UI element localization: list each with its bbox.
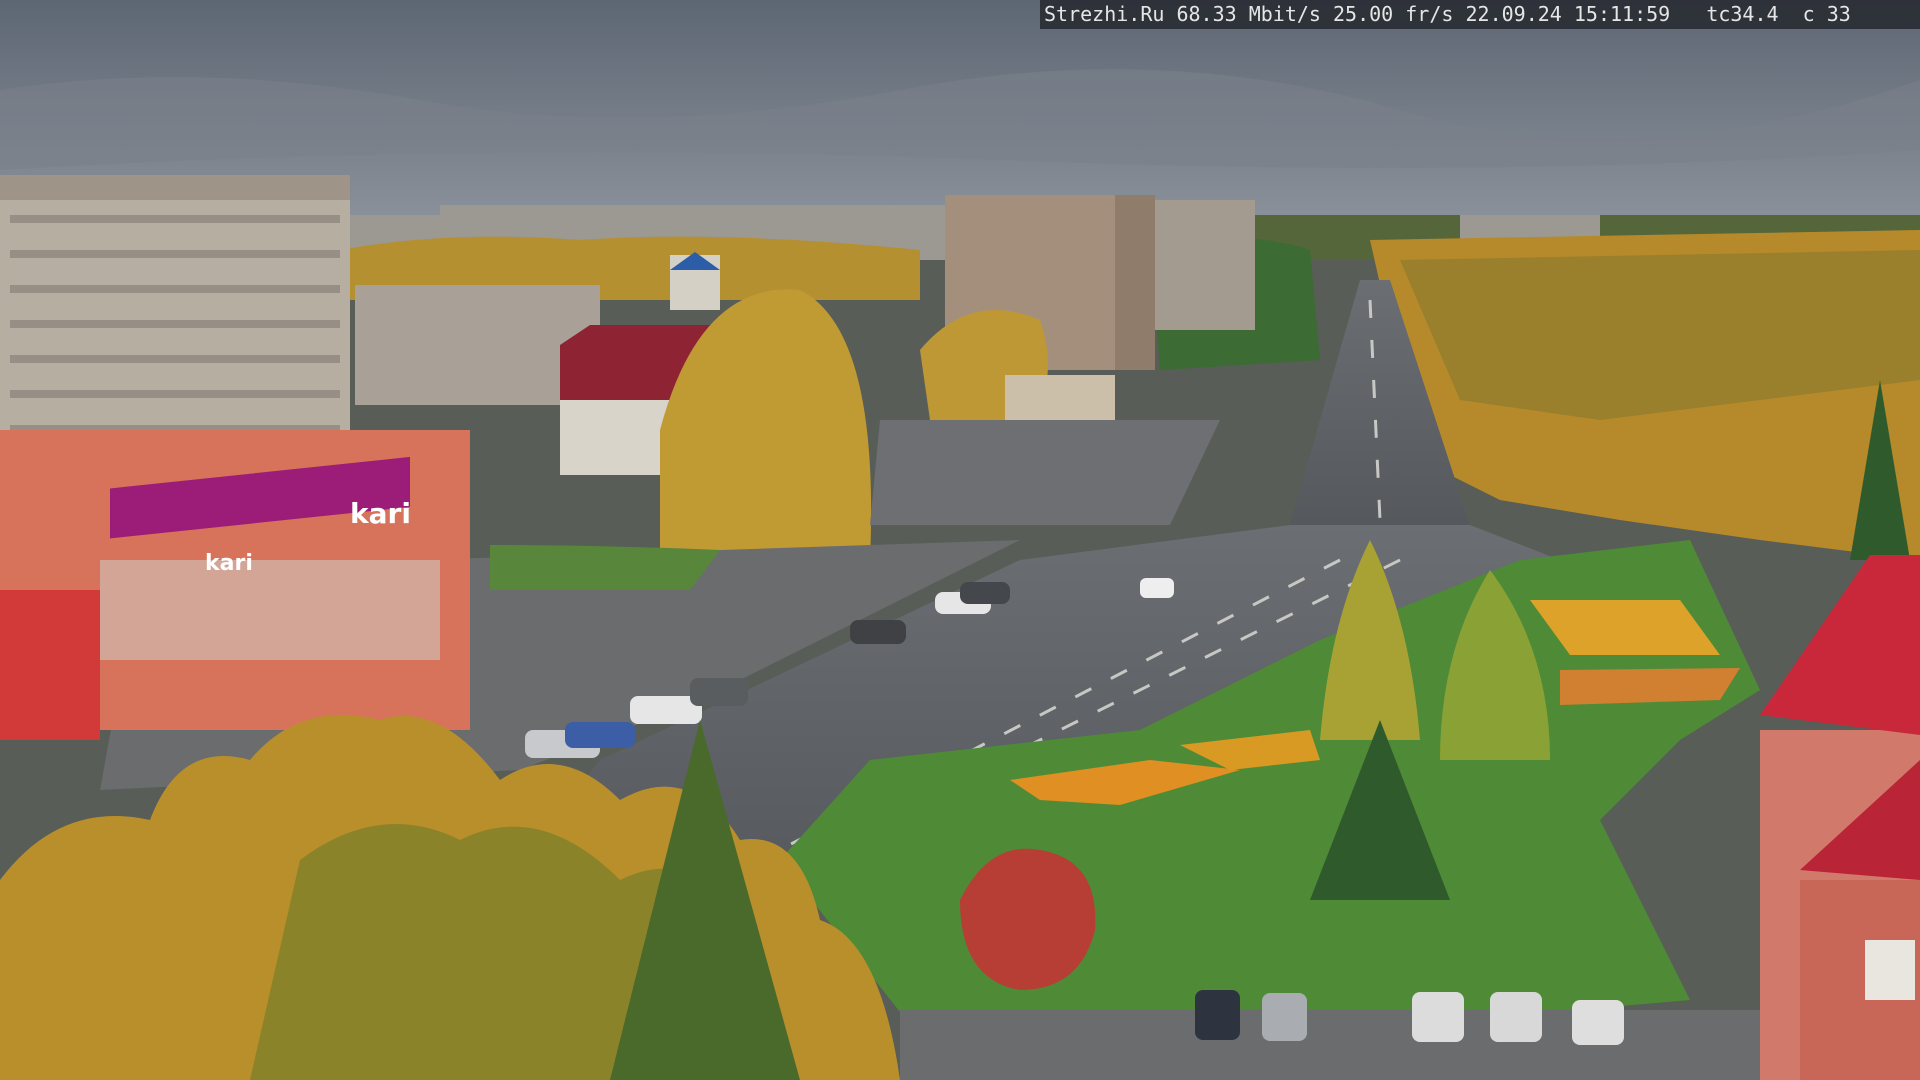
city-scene: kari kari [0,0,1920,1080]
central-plaza [870,420,1220,525]
flowerbed-mid [1560,668,1740,705]
webcam-frame: kari kari Strezhi.Ru 68.33 Mbit/s 25.00 … [0,0,1920,1080]
overlay-date: 22.09.24 [1465,2,1562,26]
overlay-channel: c 33 [1802,2,1851,26]
green-lawn-left [490,545,720,590]
kari-sign: kari [350,497,411,530]
webcam-info-overlay: Strezhi.Ru 68.33 Mbit/s 25.00 fr/s 22.09… [1040,0,1920,29]
kari-store-building [0,430,470,740]
red-bush [960,848,1096,990]
overlay-camera: tc34.4 [1706,2,1779,26]
plaza-pavilion [1005,375,1115,420]
overlay-bitrate: 68.33 Mbit/s [1176,2,1321,26]
overlay-time: 15:11:59 [1573,2,1671,26]
kari-banner-text: kari [205,551,253,576]
overlay-source: Strezhi.Ru [1044,2,1165,26]
overlay-fps: 25.00 fr/s [1333,2,1454,26]
parking-bottom-right [900,1010,1760,1080]
